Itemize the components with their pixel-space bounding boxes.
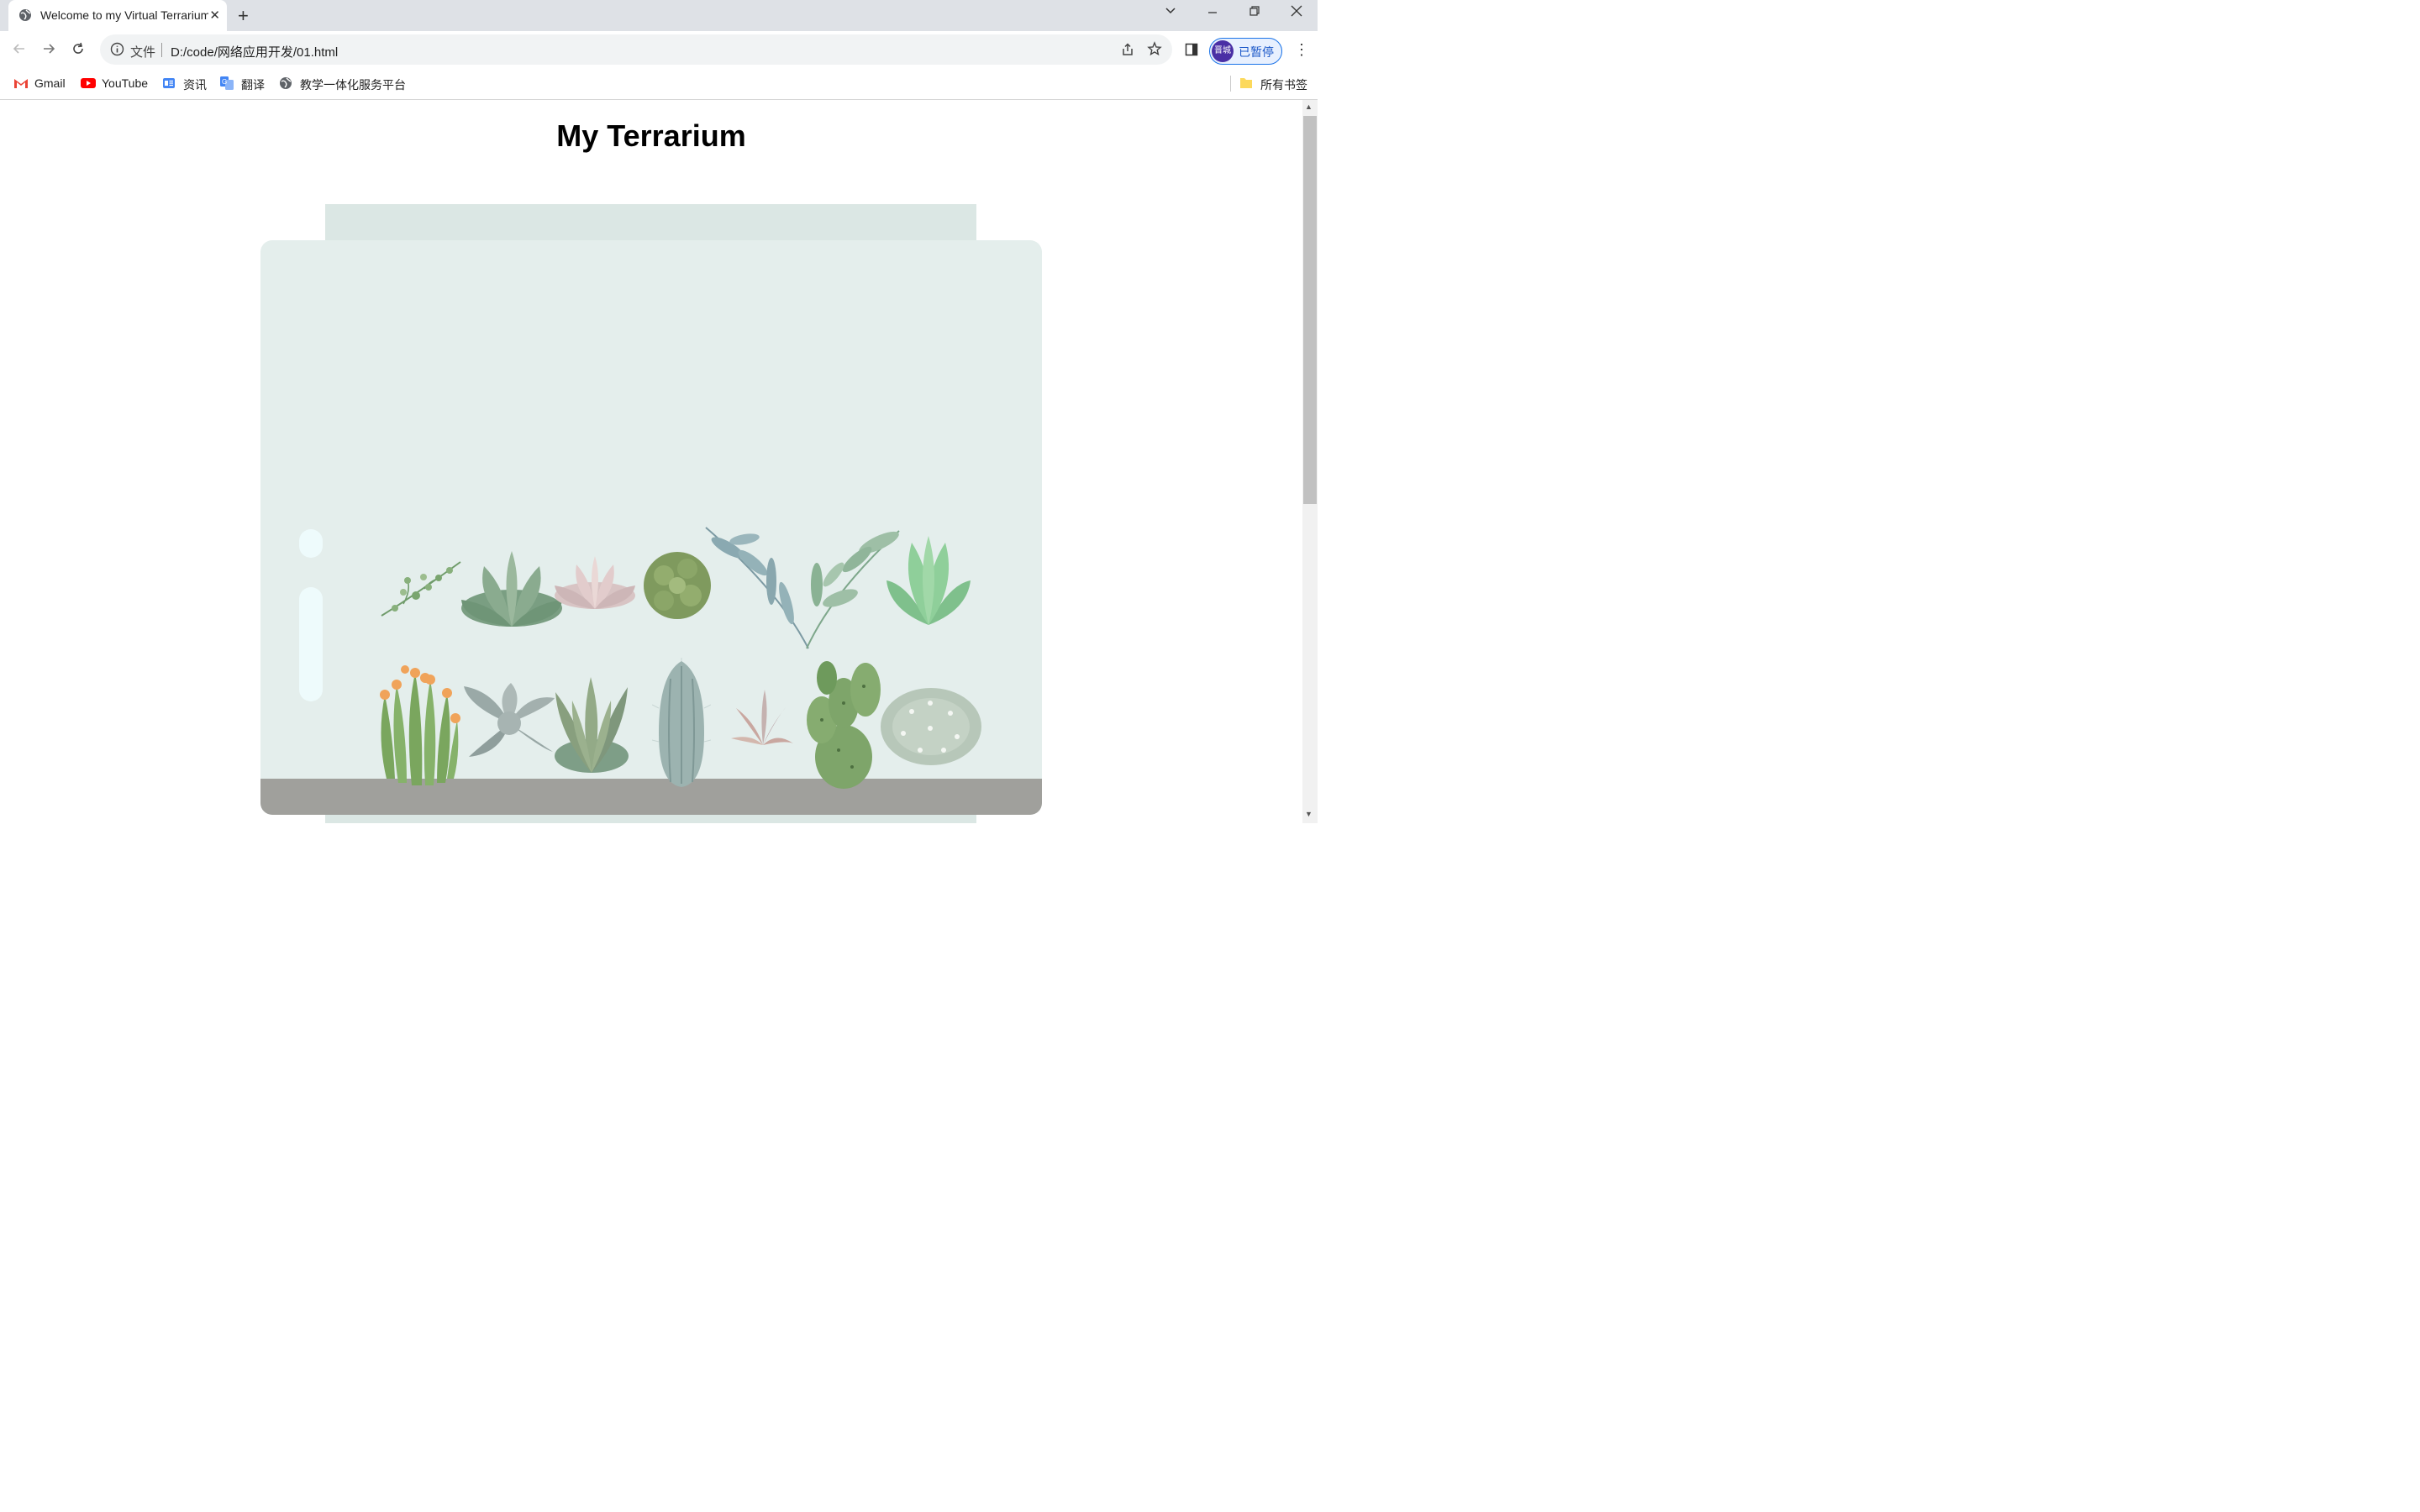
bookmark-label: YouTube	[102, 76, 149, 90]
profile-button[interactable]: 晋城 已暂停	[1209, 38, 1282, 65]
plant-column-cactus[interactable]	[652, 658, 711, 789]
plant-green-echeveria[interactable]	[459, 549, 565, 633]
info-icon[interactable]	[110, 42, 124, 60]
kebab-menu-icon[interactable]: ⋮	[1294, 41, 1309, 59]
plant-flowering-cactus[interactable]	[376, 661, 464, 787]
bookmarks-bar: Gmail YouTube 资讯 G 翻译 教学一体化服务平台 所有书签	[0, 69, 1318, 100]
jar-glossy-short	[299, 529, 323, 558]
tab-title: Welcome to my Virtual Terrarium	[40, 8, 208, 22]
jar-foot	[325, 815, 976, 823]
address-bar[interactable]: 文件 D:/code/网络应用开发/01.html	[100, 34, 1172, 65]
plant-string-of-pearls[interactable]	[378, 555, 466, 619]
back-arrow-icon[interactable]	[12, 41, 27, 60]
scrollbar-thumb[interactable]	[1303, 116, 1317, 504]
scroll-up-icon[interactable]: ▲	[1305, 102, 1313, 111]
avatar: 晋城	[1212, 40, 1234, 62]
plant-aloe[interactable]	[550, 675, 633, 774]
chevron-down-icon[interactable]	[1165, 5, 1176, 21]
side-panel-icon[interactable]	[1185, 43, 1198, 60]
url-text[interactable]: D:/code/网络应用开发/01.html	[171, 43, 338, 60]
svg-text:G: G	[222, 78, 227, 86]
address-scheme: 文件	[130, 45, 156, 60]
address-divider	[161, 43, 162, 57]
page-title: My Terrarium	[556, 118, 746, 153]
plant-ball-cactus[interactable]	[878, 678, 984, 767]
plant-air-plant[interactable]	[729, 688, 795, 748]
translate-icon: G	[220, 76, 234, 92]
youtube-icon	[81, 76, 96, 92]
plant-eucalyptus-left[interactable]	[702, 522, 812, 652]
close-icon[interactable]: ✕	[209, 8, 220, 23]
folder-icon	[1239, 76, 1253, 92]
news-icon	[162, 76, 176, 92]
scroll-down-icon[interactable]: ▼	[1305, 810, 1313, 818]
bookmark-label: Gmail	[34, 76, 66, 90]
plant-prickly-pear[interactable]	[805, 658, 882, 789]
gmail-icon	[13, 76, 29, 92]
tab-strip: Welcome to my Virtual Terrarium ✕ +	[0, 0, 1318, 31]
share-icon[interactable]	[1120, 42, 1135, 61]
jar-top	[325, 204, 976, 241]
plus-icon[interactable]: +	[238, 5, 249, 27]
all-bookmarks-label: 所有书签	[1260, 78, 1307, 92]
plant-jade[interactable]	[883, 534, 974, 627]
globe-icon	[18, 8, 32, 26]
bookmark-label: 翻译	[241, 78, 265, 92]
plant-graptopetalum[interactable]	[460, 681, 558, 760]
profile-status: 已暂停	[1239, 45, 1274, 59]
bookmark-label: 资讯	[183, 78, 207, 92]
plant-pink-echeveria[interactable]	[551, 552, 639, 612]
browser-toolbar: 文件 D:/code/网络应用开发/01.html 晋城 已暂停 ⋮	[0, 31, 1318, 69]
minimize-icon[interactable]	[1207, 5, 1218, 21]
bookmarks-divider	[1230, 76, 1231, 92]
globe-icon	[279, 76, 292, 92]
star-icon[interactable]	[1147, 41, 1162, 60]
active-tab[interactable]: Welcome to my Virtual Terrarium ✕	[8, 0, 227, 31]
close-window-icon[interactable]	[1291, 5, 1302, 21]
bookmark-label: 教学一体化服务平台	[300, 78, 406, 92]
page-viewport: My Terrarium	[0, 100, 1302, 823]
jar-glossy-long	[299, 587, 323, 701]
reload-icon[interactable]	[71, 41, 86, 60]
forward-arrow-icon[interactable]	[41, 41, 56, 60]
restore-icon[interactable]	[1249, 5, 1260, 21]
